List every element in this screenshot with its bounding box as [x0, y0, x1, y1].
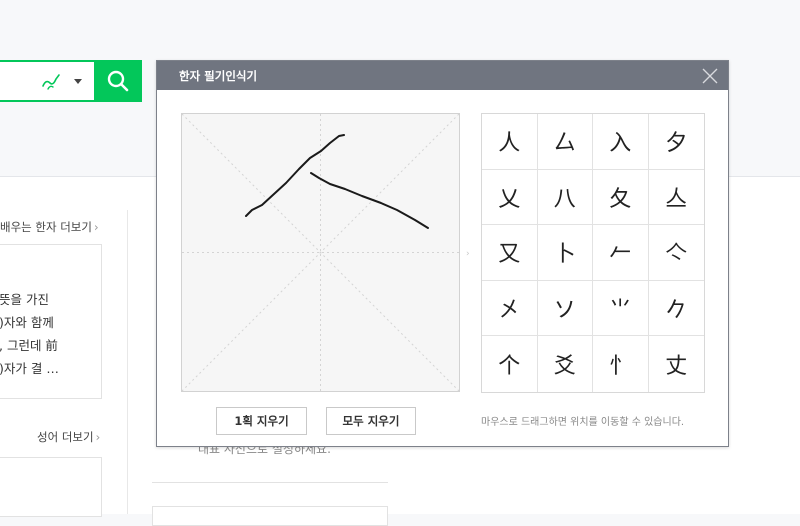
card-line: )자가 결 … — [0, 361, 59, 376]
candidate-cell[interactable]: 夂 — [593, 169, 649, 226]
candidate-cell[interactable]: 爻 — [538, 336, 593, 392]
hanja-card[interactable]: 뜻을 가진 )자와 함께 , 그런데 前 )자가 결 … — [0, 244, 102, 399]
handwriting-recognizer-popup[interactable]: 한자 필기인식기 › 人厶入夕乂八夂亼又卜 𠂉 亽㐅ソ⺌ 𠂊 个爻忄丈 1획 지우기 모… — [156, 60, 729, 447]
candidate-grid: 人厶入夕乂八夂亼又卜 𠂉 亽㐅ソ⺌ 𠂊 个爻忄丈 — [481, 113, 705, 393]
learn-hanja-more-link[interactable]: 배우는 한자 더보기 › — [0, 219, 99, 235]
idiom-card[interactable] — [0, 457, 102, 517]
popup-title: 한자 필기인식기 — [179, 69, 258, 83]
candidate-cell[interactable]: 㐅 — [482, 280, 538, 337]
chevron-right-icon: › — [93, 220, 99, 234]
search-button[interactable] — [94, 60, 142, 102]
candidate-cell[interactable]: ソ — [537, 280, 593, 337]
candidate-cell[interactable]: 卜 — [537, 225, 593, 281]
search-input[interactable] — [0, 60, 94, 102]
ink-stroke — [245, 134, 345, 217]
close-icon[interactable] — [701, 67, 719, 85]
card-line: , 그런데 前 — [0, 338, 58, 353]
candidate-cell[interactable]: 入 — [593, 114, 649, 170]
idiom-more-label: 성어 더보기 — [37, 430, 94, 444]
canvas-guide-grid — [181, 113, 460, 392]
learn-hanja-more-label: 배우는 한자 더보기 — [0, 220, 92, 234]
clear-all-button[interactable]: 모두 지우기 — [326, 407, 416, 435]
handwriting-pen-icon[interactable] — [40, 71, 62, 93]
candidate-cell[interactable]: 亼 — [648, 170, 704, 226]
candidate-cell[interactable]: 亽 — [648, 225, 704, 281]
candidate-cell[interactable]: 厶 — [537, 114, 593, 170]
candidate-cell[interactable]: 𠂉 — [593, 225, 649, 281]
search-icon — [107, 70, 129, 92]
chevron-right-icon: › — [466, 249, 470, 259]
candidate-cell[interactable]: 乂 — [482, 169, 538, 226]
content-box — [152, 506, 388, 526]
chevron-right-icon: › — [95, 430, 101, 444]
candidate-cell[interactable]: 人 — [482, 114, 538, 170]
candidate-cell[interactable]: 𠂊 — [648, 281, 704, 337]
idiom-more-link[interactable]: 성어 더보기 › — [37, 429, 100, 445]
card-line: 뜻을 가진 — [0, 292, 49, 307]
column-divider — [127, 210, 128, 514]
undo-stroke-button[interactable]: 1획 지우기 — [216, 407, 307, 435]
candidate-cell[interactable]: 八 — [537, 169, 593, 226]
dropdown-caret-icon[interactable] — [74, 79, 82, 84]
candidate-cell[interactable]: ⺌ — [593, 280, 649, 337]
popup-header[interactable]: 한자 필기인식기 — [157, 61, 728, 90]
drag-hint: 마우스로 드래그하면 위치를 이동할 수 있습니다. — [481, 417, 685, 428]
ink-stroke — [310, 172, 429, 229]
candidate-cell[interactable]: 忄 — [593, 336, 649, 392]
section-divider — [152, 482, 388, 483]
candidate-cell[interactable]: 丈 — [649, 336, 705, 392]
candidate-cell[interactable]: 个 — [482, 336, 538, 392]
candidate-cell[interactable]: 又 — [482, 225, 538, 281]
candidate-cell[interactable]: 夕 — [648, 114, 704, 170]
handwriting-canvas[interactable] — [181, 113, 460, 392]
card-line: )자와 함께 — [0, 315, 54, 330]
